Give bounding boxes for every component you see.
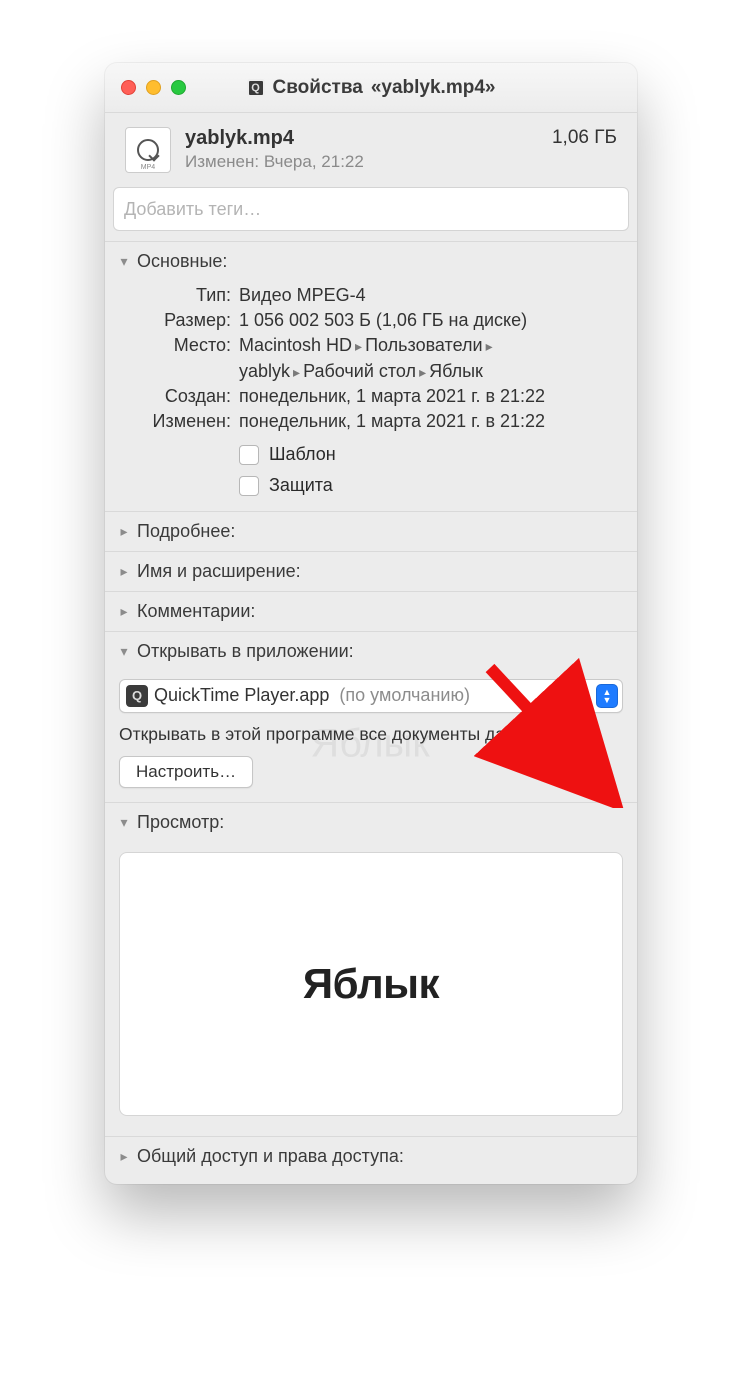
modified-value: понедельник, 1 марта 2021 г. в 21:22 bbox=[239, 409, 619, 434]
template-label: Шаблон bbox=[269, 442, 336, 467]
chevron-right-icon bbox=[117, 523, 131, 540]
locked-checkbox[interactable] bbox=[239, 476, 259, 496]
minimize-icon[interactable] bbox=[146, 80, 161, 95]
section-open-with-body: Q QuickTime Player.app (по умолчанию) ▲▼… bbox=[105, 671, 637, 803]
section-preview: Просмотр: Яблык bbox=[105, 802, 637, 1136]
path-sep-icon: ▸ bbox=[352, 338, 365, 354]
section-more-header[interactable]: Подробнее: bbox=[105, 512, 637, 551]
where-label: Место: bbox=[123, 333, 231, 358]
path-sep-icon: ▸ bbox=[290, 364, 303, 380]
open-with-default: (по умолчанию) bbox=[339, 685, 470, 706]
open-with-help-text: Открывать в этой программе все документы… bbox=[119, 723, 623, 747]
section-general-body: Тип: Видео MPEG-4 Размер: 1 056 002 503 Б … bbox=[105, 281, 637, 511]
preview-content-text: Яблык bbox=[303, 960, 439, 1008]
chevron-right-icon bbox=[117, 563, 131, 580]
titlebar: Свойства «yablyk.mp4» bbox=[105, 63, 637, 113]
section-open-with: Открывать в приложении: Q QuickTime Play… bbox=[105, 631, 637, 803]
file-header: MP4 yablyk.mp4 Изменен: Вчера, 21:22 1,0… bbox=[105, 113, 637, 183]
dropdown-stepper-icon: ▲▼ bbox=[596, 684, 618, 708]
section-more-title: Подробнее: bbox=[137, 521, 235, 542]
thumb-ext: MP4 bbox=[126, 164, 170, 171]
section-general-header[interactable]: Основные: bbox=[105, 242, 637, 281]
quicktime-icon bbox=[137, 139, 159, 161]
size-value: 1 056 002 503 Б (1,06 ГБ на диске) bbox=[239, 308, 619, 333]
section-name-ext-header[interactable]: Имя и расширение: bbox=[105, 552, 637, 591]
traffic-lights bbox=[121, 80, 186, 95]
quicktime-app-icon: Q bbox=[126, 685, 148, 707]
created-value: понедельник, 1 марта 2021 г. в 21:22 bbox=[239, 384, 619, 409]
chevron-right-icon bbox=[117, 603, 131, 620]
open-with-app: QuickTime Player.app bbox=[154, 685, 329, 706]
section-sharing-title: Общий доступ и права доступа: bbox=[137, 1146, 404, 1167]
chevron-down-icon bbox=[117, 814, 131, 831]
close-icon[interactable] bbox=[121, 80, 136, 95]
section-preview-title: Просмотр: bbox=[137, 812, 224, 833]
file-type-icon bbox=[247, 79, 265, 97]
template-checkbox[interactable] bbox=[239, 445, 259, 465]
section-sharing-header[interactable]: Общий доступ и права доступа: bbox=[105, 1137, 637, 1176]
where-value-cont: yablyk▸Рабочий стол▸Яблык bbox=[123, 359, 619, 384]
file-meta: yablyk.mp4 Изменен: Вчера, 21:22 bbox=[185, 127, 552, 172]
section-more: Подробнее: bbox=[105, 511, 637, 551]
section-preview-header[interactable]: Просмотр: bbox=[105, 803, 637, 842]
size-label: Размер: bbox=[123, 308, 231, 333]
locked-label: Защита bbox=[269, 473, 333, 498]
file-modified-short: Изменен: Вчера, 21:22 bbox=[185, 152, 552, 172]
chevron-down-icon bbox=[117, 253, 131, 270]
type-value: Видео MPEG-4 bbox=[239, 283, 619, 308]
section-open-with-title: Открывать в приложении: bbox=[137, 641, 354, 662]
file-thumbnail: MP4 bbox=[125, 127, 171, 173]
open-with-dropdown[interactable]: Q QuickTime Player.app (по умолчанию) ▲▼ bbox=[119, 679, 623, 713]
title-prefix: Свойства bbox=[273, 77, 363, 99]
title-filename: «yablyk.mp4» bbox=[371, 77, 496, 99]
preview-thumbnail: Яблык bbox=[119, 852, 623, 1116]
file-name: yablyk.mp4 bbox=[185, 127, 552, 150]
file-size: 1,06 ГБ bbox=[552, 127, 617, 149]
section-name-ext-title: Имя и расширение: bbox=[137, 561, 301, 582]
get-info-window: Свойства «yablyk.mp4» MP4 yablyk.mp4 Изм… bbox=[105, 63, 637, 1184]
section-comments-title: Комментарии: bbox=[137, 601, 255, 622]
path-sep-icon: ▸ bbox=[483, 338, 496, 354]
created-label: Создан: bbox=[123, 384, 231, 409]
change-all-button[interactable]: Настроить… bbox=[119, 756, 253, 788]
section-comments-header[interactable]: Комментарии: bbox=[105, 592, 637, 631]
section-comments: Комментарии: bbox=[105, 591, 637, 631]
section-general-title: Основные: bbox=[137, 251, 227, 272]
chevron-right-icon bbox=[117, 1148, 131, 1165]
tags-placeholder: Добавить теги… bbox=[124, 199, 261, 220]
modified-label: Изменен: bbox=[123, 409, 231, 434]
section-name-ext: Имя и расширение: bbox=[105, 551, 637, 591]
path-sep-icon: ▸ bbox=[416, 364, 429, 380]
zoom-icon[interactable] bbox=[171, 80, 186, 95]
where-value: Macintosh HD▸Пользователи▸ bbox=[239, 333, 619, 358]
tags-input[interactable]: Добавить теги… bbox=[113, 187, 629, 231]
section-general: Основные: Тип: Видео MPEG-4 Размер: 1 056 … bbox=[105, 241, 637, 511]
chevron-down-icon bbox=[117, 643, 131, 660]
section-sharing: Общий доступ и права доступа: bbox=[105, 1136, 637, 1176]
section-open-with-header[interactable]: Открывать в приложении: bbox=[105, 632, 637, 671]
type-label: Тип: bbox=[123, 283, 231, 308]
